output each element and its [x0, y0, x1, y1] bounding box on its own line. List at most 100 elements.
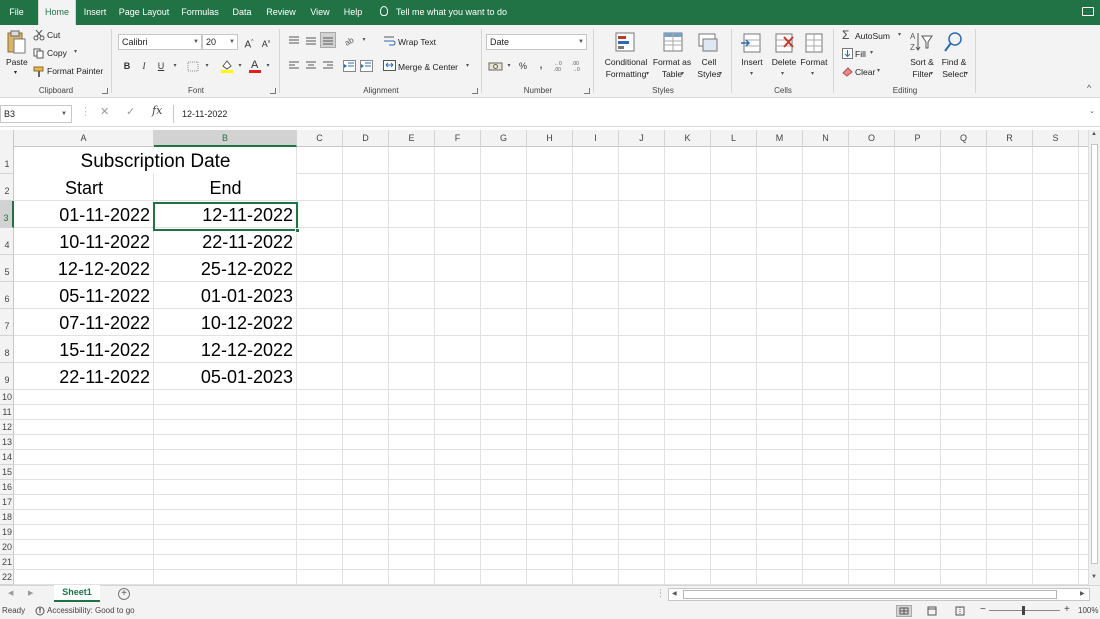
start-date-cell[interactable]: 01-11-2022 — [14, 201, 150, 228]
end-date-cell[interactable]: 05-01-2023 — [154, 363, 293, 390]
row-header-15[interactable]: 15 — [0, 465, 14, 480]
scroll-left-icon[interactable]: ◀ — [672, 590, 677, 597]
normal-view-button[interactable] — [896, 605, 912, 617]
start-date-cell[interactable]: 07-11-2022 — [14, 309, 150, 336]
column-header-b[interactable]: B — [154, 130, 297, 147]
column-header-o[interactable]: O — [849, 130, 895, 147]
end-date-cell[interactable]: 25-12-2022 — [154, 255, 293, 282]
increase-indent-icon[interactable] — [360, 60, 373, 72]
row-header-20[interactable]: 20 — [0, 540, 14, 555]
end-date-cell[interactable]: 01-01-2023 — [154, 282, 293, 309]
font-color-icon[interactable]: A — [248, 58, 262, 73]
font-family-select[interactable]: Calibri ▼ — [118, 34, 202, 50]
page-layout-view-icon[interactable] — [926, 606, 938, 616]
align-bottom-button[interactable] — [320, 32, 336, 48]
column-header-q[interactable]: Q — [941, 130, 987, 147]
add-sheet-icon[interactable]: + — [118, 588, 130, 600]
enter-icon[interactable]: ✓ — [126, 105, 135, 118]
align-left-icon[interactable] — [288, 61, 300, 71]
comments-icon[interactable] — [1082, 7, 1094, 16]
align-middle-icon[interactable] — [305, 36, 317, 46]
formula-input[interactable]: 12-11-2022 — [173, 105, 1083, 123]
column-header-d[interactable]: D — [343, 130, 389, 147]
row-header-22[interactable]: 22 — [0, 570, 14, 585]
comma-style-button[interactable]: , — [534, 58, 548, 72]
horizontal-scrollbar[interactable]: ◀ ▶ — [668, 588, 1090, 601]
row-header-5[interactable]: 5 — [0, 255, 14, 282]
row-header-11[interactable]: 11 — [0, 405, 14, 420]
row-header-13[interactable]: 13 — [0, 435, 14, 450]
name-box[interactable]: B3 ▼ — [0, 105, 72, 123]
decrease-indent-icon[interactable] — [343, 60, 356, 72]
column-header-g[interactable]: G — [481, 130, 527, 147]
copy-dropdown-icon[interactable]: ▾ — [74, 48, 77, 55]
scroll-down-icon[interactable]: ▼ — [1091, 574, 1097, 580]
clipboard-launcher[interactable] — [102, 88, 108, 94]
clear-button[interactable]: Clear — [855, 67, 875, 77]
start-date-cell[interactable]: 12-12-2022 — [14, 255, 150, 282]
underline-button[interactable]: U — [154, 59, 168, 73]
increase-decimal-icon[interactable]: ←0.00 — [554, 59, 568, 72]
tab-file[interactable]: File — [0, 0, 33, 25]
format-dropdown-icon[interactable]: ▾ — [811, 70, 814, 77]
insert-dropdown-icon[interactable]: ▾ — [750, 70, 753, 77]
page-break-view-icon[interactable] — [954, 606, 966, 616]
decrease-font-size-button[interactable]: Av — [259, 35, 273, 49]
row-header-6[interactable]: 6 — [0, 282, 14, 309]
copy-button[interactable]: Copy — [47, 48, 67, 58]
cut-button[interactable]: Cut — [47, 30, 60, 40]
column-header-l[interactable]: L — [711, 130, 757, 147]
orientation-dropdown-icon[interactable]: ▾ — [357, 33, 371, 47]
select-all-corner[interactable] — [0, 130, 14, 147]
number-format-select[interactable]: Date ▼ — [486, 34, 587, 50]
column-header-j[interactable]: J — [619, 130, 665, 147]
autosum-dropdown-icon[interactable]: ▾ — [898, 31, 901, 38]
end-date-cell[interactable]: 12-12-2022 — [154, 336, 293, 363]
scroll-right-icon[interactable]: ▶ — [1080, 590, 1085, 597]
column-header-n[interactable]: N — [803, 130, 849, 147]
accounting-dropdown-icon[interactable]: ▾ — [502, 59, 516, 73]
fill-dropdown-icon[interactable]: ▾ — [870, 49, 873, 56]
row-header-3[interactable]: 3 — [0, 201, 14, 228]
vertical-scroll-thumb[interactable] — [1091, 144, 1098, 564]
format-as-table-dropdown-icon[interactable]: ▾ — [681, 70, 684, 77]
column-header-m[interactable]: M — [757, 130, 803, 147]
percent-style-button[interactable]: % — [516, 59, 530, 73]
zoom-level[interactable]: 100% — [1078, 606, 1098, 615]
header-start[interactable]: Start — [14, 175, 154, 202]
end-date-cell[interactable]: 10-12-2022 — [154, 309, 293, 336]
align-top-icon[interactable] — [288, 36, 300, 46]
sheet-tab-sheet1[interactable]: Sheet1 — [54, 585, 100, 602]
wrap-text-button[interactable]: Wrap Text — [398, 37, 436, 47]
number-launcher[interactable] — [584, 88, 590, 94]
bold-button[interactable]: B — [120, 59, 134, 73]
tab-split-handle[interactable]: ⋮ — [656, 588, 665, 599]
row-header-2[interactable]: 2 — [0, 174, 14, 201]
row-header-9[interactable]: 9 — [0, 363, 14, 390]
column-header-c[interactable]: C — [297, 130, 343, 147]
column-header-e[interactable]: E — [389, 130, 435, 147]
row-header-16[interactable]: 16 — [0, 480, 14, 495]
row-header-17[interactable]: 17 — [0, 495, 14, 510]
start-date-cell[interactable]: 15-11-2022 — [14, 336, 150, 363]
accessibility-status[interactable]: Accessibility: Good to go — [47, 606, 135, 615]
row-header-4[interactable]: 4 — [0, 228, 14, 255]
column-header-a[interactable]: A — [14, 130, 154, 147]
tab-view[interactable]: View — [306, 0, 334, 25]
start-date-cell[interactable]: 10-11-2022 — [14, 228, 150, 255]
insert-function-icon[interactable]: fx — [152, 104, 162, 117]
row-header-7[interactable]: 7 — [0, 309, 14, 336]
align-center-icon[interactable] — [305, 61, 317, 71]
column-header-f[interactable]: F — [435, 130, 481, 147]
row-header-18[interactable]: 18 — [0, 510, 14, 525]
end-date-cell[interactable]: 22-11-2022 — [154, 228, 293, 255]
horizontal-scroll-thumb[interactable] — [683, 590, 1057, 599]
expand-formula-bar-icon[interactable]: ⌄ — [1089, 107, 1095, 115]
zoom-slider-thumb[interactable] — [1022, 606, 1025, 615]
tab-help[interactable]: Help — [340, 0, 366, 25]
tell-me-search[interactable]: Tell me what you want to do — [380, 0, 507, 25]
autosum-button[interactable]: AutoSum — [855, 31, 890, 41]
delete-dropdown-icon[interactable]: ▾ — [781, 70, 784, 77]
borders-dropdown-icon[interactable]: ▾ — [200, 59, 214, 73]
tab-data[interactable]: Data — [228, 0, 256, 25]
